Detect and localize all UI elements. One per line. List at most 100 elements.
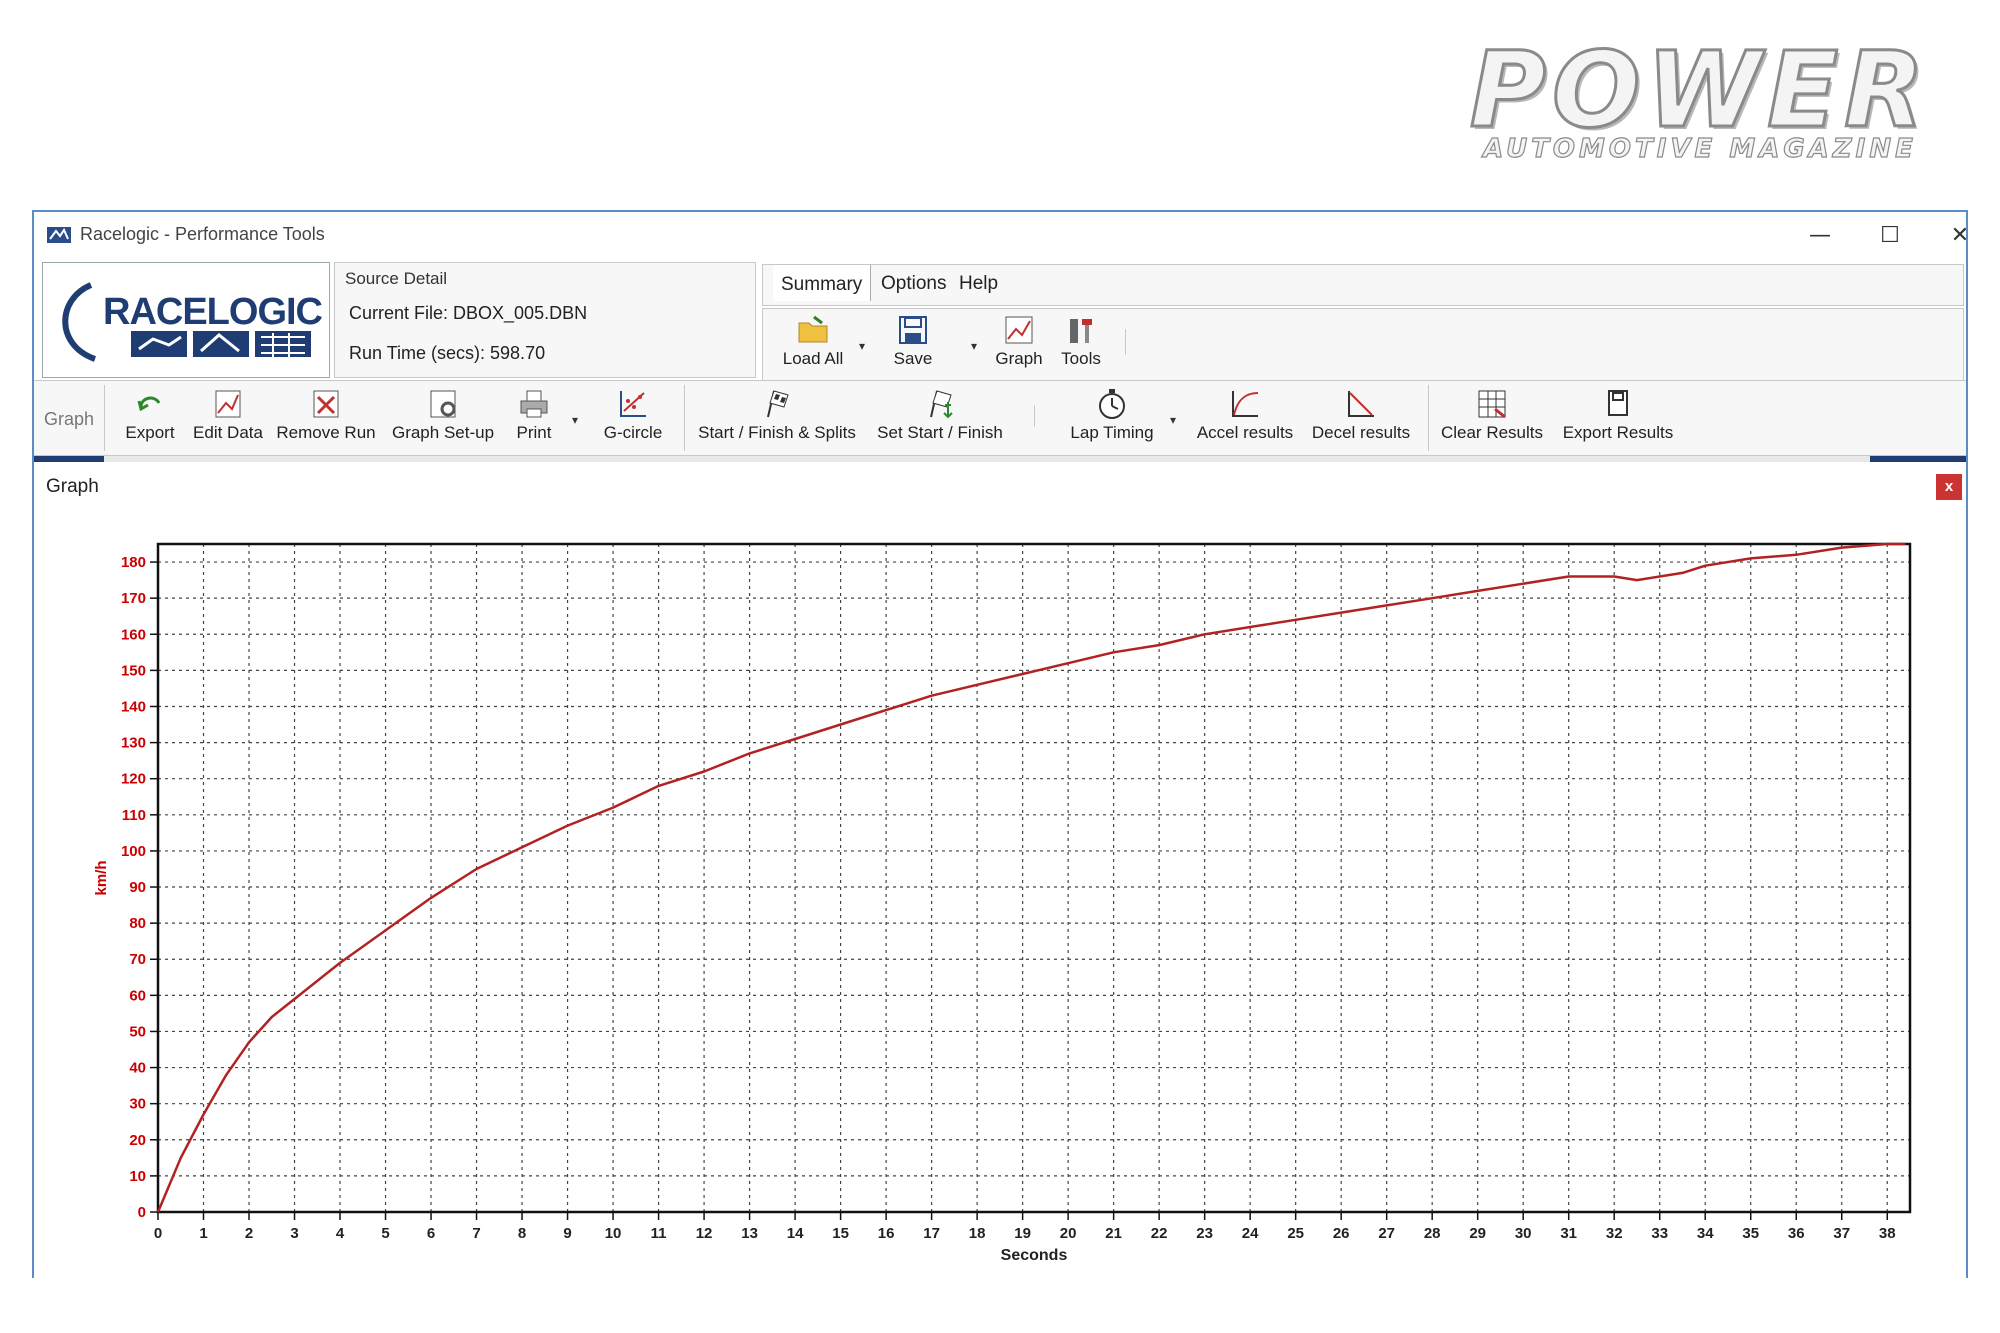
clear-results-button[interactable]: Clear Results (1434, 387, 1550, 443)
load-all-button[interactable]: Load All (773, 313, 853, 369)
maximize-button[interactable]: ☐ (1864, 218, 1916, 254)
remove-run-button[interactable]: Remove Run (272, 387, 380, 443)
graph-icon (1005, 316, 1033, 344)
edit-data-button[interactable]: Edit Data (186, 387, 270, 443)
x-axis-label: Seconds (1001, 1247, 1068, 1264)
y-tick-label: 90 (129, 879, 146, 896)
save-button[interactable]: Save (883, 313, 943, 369)
x-tick-label: 24 (1242, 1225, 1259, 1242)
lap-timing-dropdown-icon[interactable]: ▾ (1170, 413, 1176, 427)
graph-setup-label: Graph Set-up (391, 423, 495, 442)
magazine-title: POWER (1468, 29, 1931, 151)
remove-run-icon (313, 390, 339, 418)
x-tick-label: 4 (336, 1225, 345, 1242)
lap-timing-label: Lap Timing (1070, 423, 1154, 442)
graph-close-button[interactable]: x (1936, 474, 1962, 500)
y-tick-label: 160 (121, 626, 146, 643)
edit-data-label: Edit Data (193, 423, 263, 442)
x-tick-label: 27 (1378, 1225, 1395, 1242)
y-tick-label: 130 (121, 735, 146, 752)
y-tick-label: 80 (129, 915, 146, 932)
graph-panel: Graph x 0 1 2 3 4 5 6 7 8 9 10 11 12 13 14 15 16 17 18 19 20… (34, 464, 1966, 1280)
clear-results-label: Clear Results (1440, 423, 1544, 442)
x-tick-label: 17 (923, 1225, 940, 1242)
source-detail-panel: Source Detail Current File: DBOX_005.DBN… (334, 262, 756, 378)
x-tick-label: 37 (1833, 1225, 1850, 1242)
x-tick-label: 25 (1287, 1225, 1304, 1242)
x-tick-label: 1 (199, 1225, 207, 1242)
set-start-finish-button[interactable]: Set Start / Finish (870, 387, 1010, 443)
decel-curve-icon (1348, 391, 1374, 417)
g-circle-button[interactable]: G-circle (590, 387, 676, 443)
decel-results-label: Decel results (1311, 423, 1411, 442)
toolbar-divider (104, 385, 105, 451)
clear-results-icon (1478, 390, 1506, 419)
close-button[interactable]: ✕ (1934, 218, 1986, 254)
start-finish-splits-button[interactable]: Start / Finish & Splits (688, 387, 866, 443)
x-tick-label: 29 (1469, 1225, 1486, 1242)
x-tick-label: 16 (878, 1225, 895, 1242)
lap-timing-button[interactable]: Lap Timing (1058, 387, 1166, 443)
checkered-flag-icon (767, 390, 789, 418)
export-arrow-icon (137, 396, 161, 412)
menu-help[interactable]: Help (959, 273, 998, 295)
g-circle-label: G-circle (603, 423, 663, 442)
menu-options[interactable]: Options (881, 273, 946, 295)
toolbar-divider (684, 385, 685, 451)
y-axis-label: km/h (93, 860, 110, 895)
speed-series-line (156, 542, 1906, 1213)
export-results-label: Export Results (1562, 423, 1674, 442)
graph-setup-button[interactable]: Graph Set-up (386, 387, 500, 443)
minimize-button[interactable]: — (1794, 218, 1846, 254)
graph-setup-icon (430, 390, 456, 418)
g-circle-icon (620, 391, 646, 417)
magazine-subtitle: AUTOMOTIVE MAGAZINE (1483, 133, 1917, 164)
y-tick-label: 40 (129, 1060, 146, 1077)
print-button[interactable]: Print (504, 387, 564, 443)
export-results-icon (1608, 390, 1628, 416)
x-tick-label: 21 (1105, 1225, 1122, 1242)
x-tick-label: 38 (1879, 1225, 1896, 1242)
y-tick-label: 0 (138, 1204, 146, 1221)
file-toolbar: Load All ▾ Save ▾ Graph Tools (762, 308, 1964, 382)
x-tick-label: 7 (472, 1225, 480, 1242)
tools-button[interactable]: Tools (1053, 313, 1109, 369)
x-tick-label: 31 (1560, 1225, 1577, 1242)
tab-strip-accent (1870, 456, 1966, 462)
export-button[interactable]: Export (112, 387, 188, 443)
x-tick-label: 12 (696, 1225, 713, 1242)
x-tick-label: 3 (290, 1225, 298, 1242)
save-dropdown-icon[interactable]: ▾ (971, 339, 977, 353)
print-dropdown-icon[interactable]: ▾ (572, 413, 578, 427)
x-tick-label: 14 (787, 1225, 804, 1242)
racelogic-app-icon (47, 227, 71, 243)
graph-panel-title: Graph (46, 476, 99, 497)
printer-icon (520, 390, 548, 418)
y-tick-label: 60 (129, 987, 146, 1004)
folder-icon (798, 315, 828, 343)
accel-results-label: Accel results (1196, 423, 1294, 442)
graph-button[interactable]: Graph (989, 313, 1049, 369)
speed-time-chart[interactable]: 0 1 2 3 4 5 6 7 8 9 10 11 12 13 14 15 16 17 18 19 20 21 22 23 24… (34, 504, 1966, 1284)
export-results-button[interactable]: Export Results (1556, 387, 1680, 443)
x-tick-label: 28 (1424, 1225, 1441, 1242)
start-finish-splits-label: Start / Finish & Splits (698, 423, 856, 442)
x-tick-label: 20 (1060, 1225, 1077, 1242)
tools-icon (1070, 319, 1092, 343)
save-label: Save (893, 349, 933, 368)
x-tick-label: 15 (832, 1225, 849, 1242)
x-tick-label: 36 (1788, 1225, 1805, 1242)
x-tick-label: 23 (1196, 1225, 1213, 1242)
x-tick-label: 18 (969, 1225, 986, 1242)
load-all-dropdown-icon[interactable]: ▾ (859, 339, 865, 353)
decel-results-button[interactable]: Decel results (1306, 387, 1416, 443)
set-start-finish-label: Set Start / Finish (877, 423, 1003, 442)
x-tick-label: 35 (1742, 1225, 1759, 1242)
accel-results-button[interactable]: Accel results (1190, 387, 1300, 443)
x-tick-label: 19 (1014, 1225, 1031, 1242)
plot-frame (156, 542, 1912, 1214)
x-tick-label: 13 (741, 1225, 758, 1242)
menu-summary[interactable]: Summary (773, 265, 872, 301)
y-tick-label: 20 (129, 1132, 146, 1149)
x-tick-label: 10 (605, 1225, 622, 1242)
